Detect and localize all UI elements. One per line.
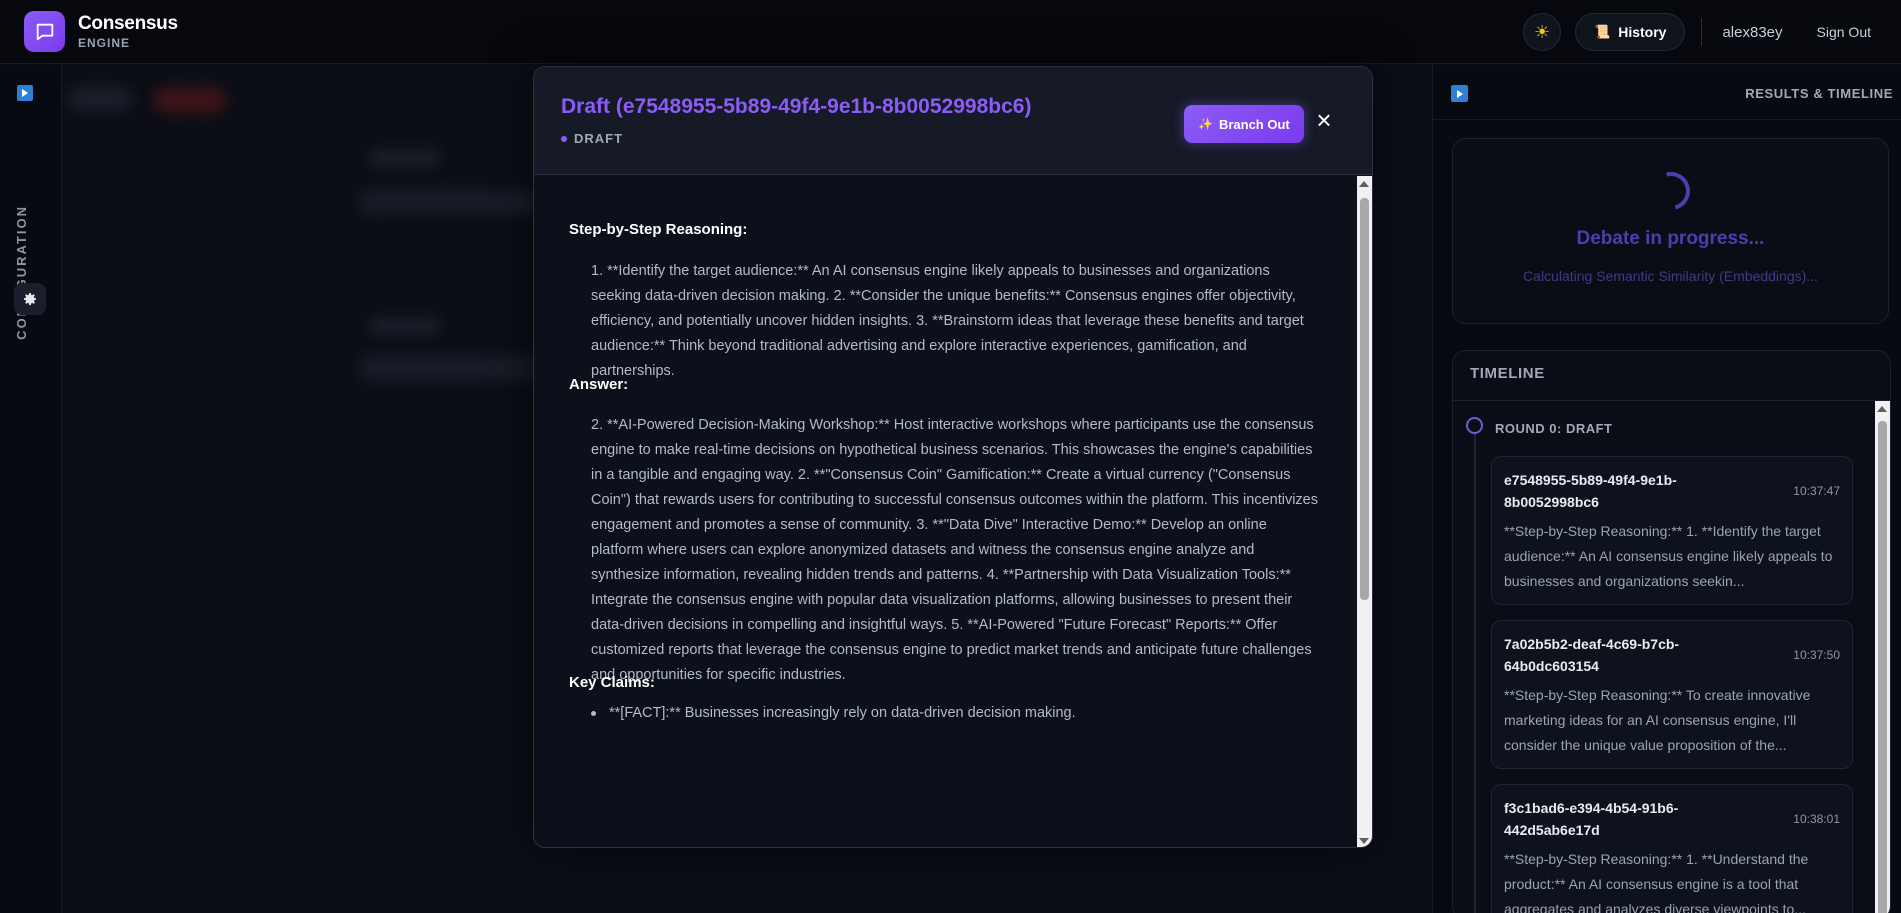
timeline-item-time: 10:37:50 — [1793, 648, 1840, 662]
username: alex83ey — [1722, 23, 1783, 41]
timeline-scroll-thumb[interactable] — [1878, 421, 1887, 913]
configuration-label[interactable]: CONFIGURATION — [14, 205, 36, 340]
scroll-up-icon[interactable] — [1359, 181, 1369, 187]
results-header: RESULTS & TIMELINE — [1433, 65, 1901, 120]
bullet-icon — [591, 710, 596, 716]
claims-heading: Key Claims: — [569, 674, 655, 691]
background-blur-block — [360, 356, 540, 380]
timeline-item-text: **Step-by-Step Reasoning:** 1. **Identif… — [1504, 523, 1833, 589]
background-blur-block — [155, 88, 225, 112]
timeline-item-id: e7548955-5b89-49f4-9e1b-8b0052998bc6 — [1504, 472, 1677, 510]
brand: Consensus ENGINE — [78, 14, 178, 49]
claim-text: **[FACT]:** Businesses increasingly rely… — [609, 705, 1076, 721]
timeline-item-text: **Step-by-Step Reasoning:** To create in… — [1504, 687, 1811, 753]
scroll-icon: 📜 — [1594, 24, 1611, 39]
results-title: RESULTS & TIMELINE — [1745, 86, 1893, 101]
round-label: ROUND 0: DRAFT — [1495, 421, 1613, 436]
progress-title: Debate in progress... — [1576, 228, 1765, 249]
loading-spinner-icon — [1644, 165, 1697, 217]
background-blur-block — [360, 190, 540, 214]
status-label: DRAFT — [574, 131, 624, 146]
gear-icon[interactable] — [14, 283, 46, 315]
timeline-title: TIMELINE — [1453, 351, 1890, 401]
scroll-down-icon[interactable] — [1359, 838, 1369, 844]
status-badge: DRAFT — [561, 131, 623, 146]
history-button[interactable]: 📜 History — [1575, 13, 1686, 51]
theme-toggle-sun-icon[interactable]: ☀ — [1523, 13, 1562, 51]
sparkle-icon: ✨ — [1198, 117, 1213, 131]
logo-chat-icon[interactable] — [24, 11, 65, 52]
brand-subtitle: ENGINE — [78, 36, 131, 50]
modal-scrollbar[interactable] — [1357, 176, 1372, 847]
timeline-item[interactable]: e7548955-5b89-49f4-9e1b-8b0052998bc6 10:… — [1491, 456, 1853, 605]
close-icon[interactable]: × — [1311, 107, 1337, 135]
timeline-item[interactable]: 7a02b5b2-deaf-4c69-b7cb-64b0dc603154 10:… — [1491, 620, 1853, 769]
timeline-item-time: 10:38:01 — [1793, 812, 1840, 826]
history-label: History — [1618, 24, 1667, 40]
progress-subtitle: Calculating Semantic Similarity (Embeddi… — [1523, 268, 1818, 284]
modal-body: Step-by-Step Reasoning: 1. **Identify th… — [534, 176, 1359, 847]
timeline-item-time: 10:37:47 — [1793, 484, 1840, 498]
timeline-line — [1474, 434, 1476, 913]
answer-heading: Answer: — [569, 376, 629, 393]
timeline-item-text: **Step-by-Step Reasoning:** 1. **Underst… — [1504, 851, 1809, 913]
draft-modal: Draft (e7548955-5b89-49f4-9e1b-8b0052998… — [533, 66, 1373, 848]
timeline-body: ROUND 0: DRAFT e7548955-5b89-49f4-9e1b-8… — [1453, 401, 1890, 913]
modal-title: Draft (e7548955-5b89-49f4-9e1b-8b0052998… — [561, 95, 1032, 118]
progress-card: Debate in progress... Calculating Semant… — [1452, 138, 1889, 324]
expand-config-icon[interactable] — [17, 85, 33, 101]
timeline-item-id: f3c1bad6-e394-4b54-91b6-442d5ab6e17d — [1504, 800, 1679, 838]
top-right-controls: ☀ 📜 History alex83ey Sign Out — [1523, 12, 1871, 52]
reasoning-text: 1. **Identify the target audience:** An … — [591, 263, 1304, 379]
status-dot-icon — [561, 135, 567, 142]
reasoning-heading: Step-by-Step Reasoning: — [569, 221, 748, 238]
divider — [1701, 18, 1703, 46]
results-panel: RESULTS & TIMELINE Debate in progress...… — [1432, 65, 1901, 913]
scroll-up-icon[interactable] — [1877, 406, 1887, 412]
configuration-rail: CONFIGURATION — [0, 65, 62, 913]
timeline-card: TIMELINE ROUND 0: DRAFT e7548955-5b89-49… — [1452, 350, 1891, 913]
background-blur-block — [370, 150, 440, 166]
timeline-dot — [1466, 417, 1483, 434]
top-bar: Consensus ENGINE ☀ 📜 History alex83ey Si… — [0, 0, 1901, 64]
sign-out-button[interactable]: Sign Out — [1817, 24, 1871, 40]
timeline-item-id: 7a02b5b2-deaf-4c69-b7cb-64b0dc603154 — [1504, 636, 1680, 674]
claim-item: **[FACT]:** Businesses increasingly rely… — [591, 705, 1076, 721]
brand-name: Consensus — [78, 13, 178, 34]
branch-out-button[interactable]: ✨ Branch Out — [1184, 105, 1304, 143]
background-blur-block — [70, 88, 130, 110]
modal-scroll-thumb[interactable] — [1360, 198, 1369, 600]
branch-out-label: Branch Out — [1218, 116, 1290, 132]
timeline-scrollbar[interactable] — [1875, 401, 1890, 913]
timeline-item[interactable]: f3c1bad6-e394-4b54-91b6-442d5ab6e17d 10:… — [1491, 784, 1853, 913]
collapse-results-icon[interactable] — [1451, 85, 1468, 102]
answer-text: 2. **AI-Powered Decision-Making Workshop… — [591, 417, 1318, 683]
background-blur-block — [370, 318, 440, 334]
modal-header: Draft (e7548955-5b89-49f4-9e1b-8b0052998… — [534, 67, 1372, 175]
